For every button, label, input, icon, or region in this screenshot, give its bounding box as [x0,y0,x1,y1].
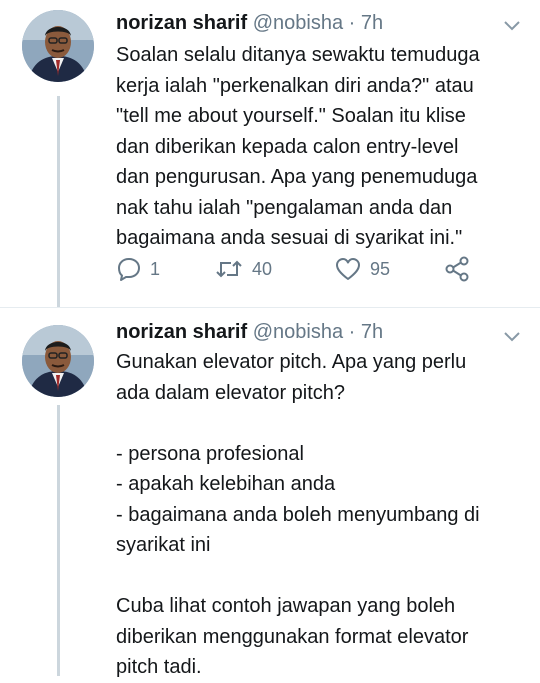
tweet-2[interactable]: norizan sharif @nobisha · 7h Gunakan ele… [0,309,540,678]
user-handle[interactable]: @nobisha [253,12,343,34]
reply-count: 1 [150,258,161,279]
tweet-actions: 1 40 95 [116,256,516,286]
like-count: 95 [370,258,391,279]
retweet-icon [216,260,242,278]
tweet-header: norizan sharif @nobisha · 7h [116,317,383,347]
tweet-text: Gunakan elevator pitch. Apa yang perlu a… [116,351,480,678]
avatar[interactable] [22,325,94,397]
share-icon [445,256,469,282]
share-button[interactable] [444,256,478,282]
tweet-header: norizan sharif @nobisha · 7h [116,8,383,38]
chevron-down-icon[interactable] [504,329,520,347]
avatar[interactable] [22,10,94,82]
thread-line [57,405,60,676]
retweet-button[interactable]: 40 [214,256,272,282]
display-name[interactable]: norizan sharif [116,321,247,343]
tweet-text: Soalan selalu ditanya sewaktu temuduga k… [116,44,480,249]
thread-line [57,96,60,307]
display-name[interactable]: norizan sharif [116,12,247,34]
chevron-down-icon[interactable] [504,18,520,36]
user-handle[interactable]: @nobisha [253,321,343,343]
like-button[interactable]: 95 [334,256,390,282]
avatar-image [22,10,94,82]
separator-dot: · [348,12,356,34]
avatar-image [22,325,94,397]
reply-button[interactable]: 1 [116,256,160,282]
separator-dot: · [348,321,356,343]
timestamp[interactable]: 7h [361,321,383,343]
tweet-divider [0,307,540,308]
like-icon [336,258,360,280]
reply-icon [118,258,140,281]
timestamp[interactable]: 7h [361,12,383,34]
tweet-1[interactable]: norizan sharif @nobisha · 7h Soalan sela… [0,0,540,307]
retweet-count: 40 [252,258,273,279]
